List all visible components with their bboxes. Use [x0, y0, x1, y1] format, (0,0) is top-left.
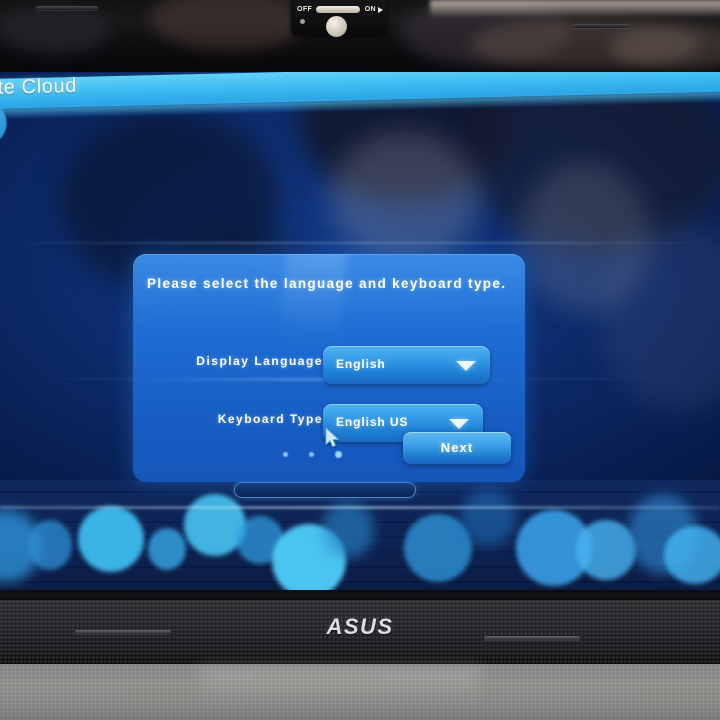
- bokeh-circle: [576, 520, 636, 580]
- laptop-screen: ate Cloud Please select the language and…: [0, 72, 720, 596]
- bokeh-circle: [460, 490, 516, 546]
- bezel-vent-slot: [36, 6, 98, 10]
- bezel-reflection: [0, 6, 110, 54]
- switch-on-label: ON: [364, 6, 376, 13]
- display-language-value: English: [336, 357, 386, 371]
- display-language-label: Display Language: [196, 354, 323, 368]
- dialog-glare-streak: [278, 254, 348, 345]
- asus-brand-logo: ASUS: [326, 614, 394, 639]
- switch-on-arrow-icon: [378, 7, 383, 13]
- power-slider-switch[interactable]: OFF ON: [291, 0, 387, 37]
- bokeh-circle: [322, 502, 374, 558]
- keyboard-type-value: English US: [336, 415, 409, 429]
- screen-glare-streak: [0, 242, 720, 244]
- bokeh-circle: [28, 520, 72, 570]
- bezel-reflection: [150, 0, 310, 50]
- bokeh-circle: [78, 506, 144, 572]
- bezel-reflection: [610, 24, 720, 70]
- next-button-label: Next: [440, 440, 474, 455]
- wallpaper-bokeh-band: [0, 480, 720, 596]
- bezel-sheen: [430, 0, 720, 16]
- wallpaper-pill-bar: [234, 482, 416, 498]
- chevron-down-icon[interactable]: [449, 419, 469, 429]
- speaker-grille: ASUS: [0, 600, 720, 664]
- switch-track: [316, 6, 360, 13]
- laptop-top-bezel: OFF ON: [0, 0, 720, 72]
- pagination-dot: [309, 452, 314, 457]
- screen-bottom-lip: [0, 590, 720, 600]
- switch-knob[interactable]: [326, 16, 347, 37]
- language-setup-dialog: Please select the language and keyboard …: [133, 254, 525, 482]
- pagination-dot: [283, 452, 288, 457]
- banner-title: ate Cloud: [0, 74, 78, 100]
- bezel-vent-slot: [572, 24, 630, 28]
- next-button[interactable]: Next: [403, 432, 511, 464]
- switch-off-label: OFF: [297, 6, 313, 13]
- deck-sheen: [200, 664, 480, 704]
- bokeh-circle: [664, 526, 720, 584]
- bokeh-circle: [148, 528, 186, 570]
- field-row-display-language: Display Language English: [133, 346, 525, 384]
- pagination-dot-active: [335, 451, 342, 458]
- screenshot-root: OFF ON ate Cloud Please select the langu…: [0, 0, 720, 720]
- dialog-heading: Please select the language and keyboard …: [147, 276, 507, 291]
- screen-glare-streak: [0, 506, 720, 509]
- laptop-base-deck: [0, 664, 720, 720]
- keyboard-type-label: Keyboard Type: [217, 412, 323, 426]
- setup-banner: ate Cloud: [0, 72, 720, 146]
- screen-glare: [600, 222, 720, 412]
- switch-led-indicator: [300, 19, 305, 24]
- chevron-down-icon[interactable]: [456, 361, 476, 371]
- screen-glare: [520, 162, 650, 312]
- display-language-dropdown[interactable]: English: [323, 346, 490, 384]
- pagination-dots: [283, 451, 383, 460]
